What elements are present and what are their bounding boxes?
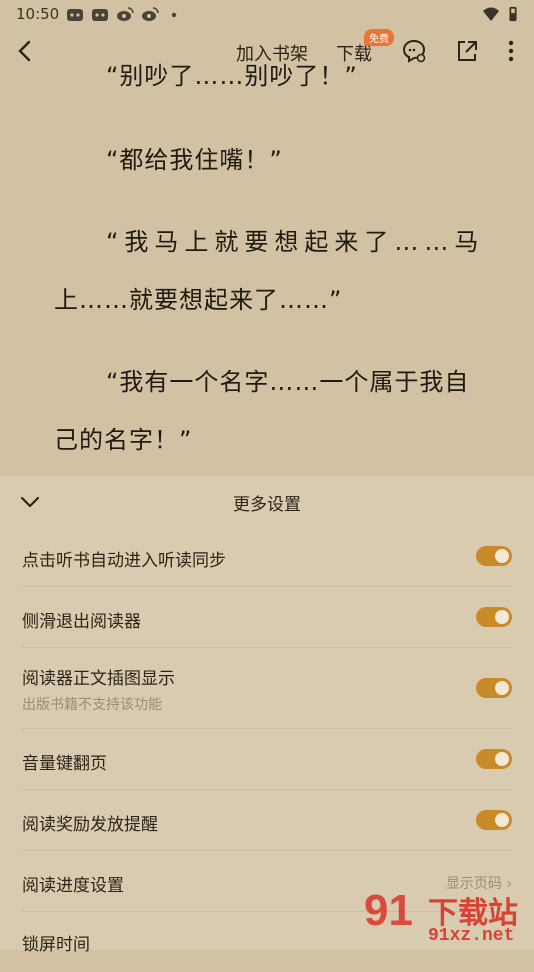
setting-row-swipe-exit[interactable]: 侧滑退出阅读器 <box>22 587 512 648</box>
setting-row-reward-reminder[interactable]: 阅读奖励发放提醒 <box>22 790 512 851</box>
swipe-exit-toggle[interactable] <box>476 607 512 627</box>
watermark-number: 91 <box>364 886 413 935</box>
reader-content[interactable]: “别吵了……别吵了！” “都给我住嘴！” “我马上就要想起来了……马 上……就要… <box>0 60 534 478</box>
setting-label: 阅读器正文插图显示 <box>22 669 175 689</box>
setting-label: 音量键翻页 <box>22 754 107 774</box>
panel-title: 更多设置 <box>233 495 301 515</box>
more-settings-panel: 更多设置 点击听书自动进入听读同步 侧滑退出阅读器 阅读器正文插图显示 出版书籍… <box>0 476 534 955</box>
reward-reminder-toggle[interactable] <box>476 810 512 830</box>
status-time: 10:50 <box>16 5 60 23</box>
status-bar: 10:50 <box>0 0 534 30</box>
reader-line: “别吵了……别吵了！” <box>106 62 358 90</box>
reader-line: “我马上就要想起来了……马 <box>106 228 485 256</box>
watermark-logo: 91 下载站 91xz.net <box>362 886 534 950</box>
free-badge: 免费 <box>364 29 394 46</box>
game-app-icon <box>67 9 83 21</box>
reader-line: “我有一个名字……一个属于我自 <box>106 368 470 396</box>
wifi-icon <box>483 7 499 21</box>
reader-line: 上……就要想起来了……” <box>54 286 343 314</box>
weibo-icon <box>117 7 134 21</box>
volume-page-toggle[interactable] <box>476 749 512 769</box>
setting-row-listen-sync[interactable]: 点击听书自动进入听读同步 <box>22 526 512 587</box>
illustrations-toggle[interactable] <box>476 678 512 698</box>
setting-row-illustrations[interactable]: 阅读器正文插图显示 出版书籍不支持该功能 <box>22 648 512 729</box>
setting-label: 阅读进度设置 <box>22 876 124 896</box>
setting-sublabel: 出版书籍不支持该功能 <box>22 697 162 713</box>
weibo-icon-2 <box>142 7 159 21</box>
setting-label: 阅读奖励发放提醒 <box>22 815 158 835</box>
reader-line: “都给我住嘴！” <box>106 146 283 174</box>
watermark-site: 91xz.net <box>428 926 515 946</box>
setting-label: 侧滑退出阅读器 <box>22 612 141 632</box>
listen-sync-toggle[interactable] <box>476 546 512 566</box>
panel-header: 更多设置 <box>0 476 534 526</box>
battery-icon <box>509 6 517 22</box>
game-app-icon-2 <box>92 9 108 21</box>
setting-row-volume-page[interactable]: 音量键翻页 <box>22 729 512 790</box>
setting-label: 锁屏时间 <box>22 935 90 955</box>
more-notifications-dot-icon <box>171 12 177 18</box>
reader-line: 己的名字！” <box>54 426 193 454</box>
setting-label: 点击听书自动进入听读同步 <box>22 551 226 571</box>
